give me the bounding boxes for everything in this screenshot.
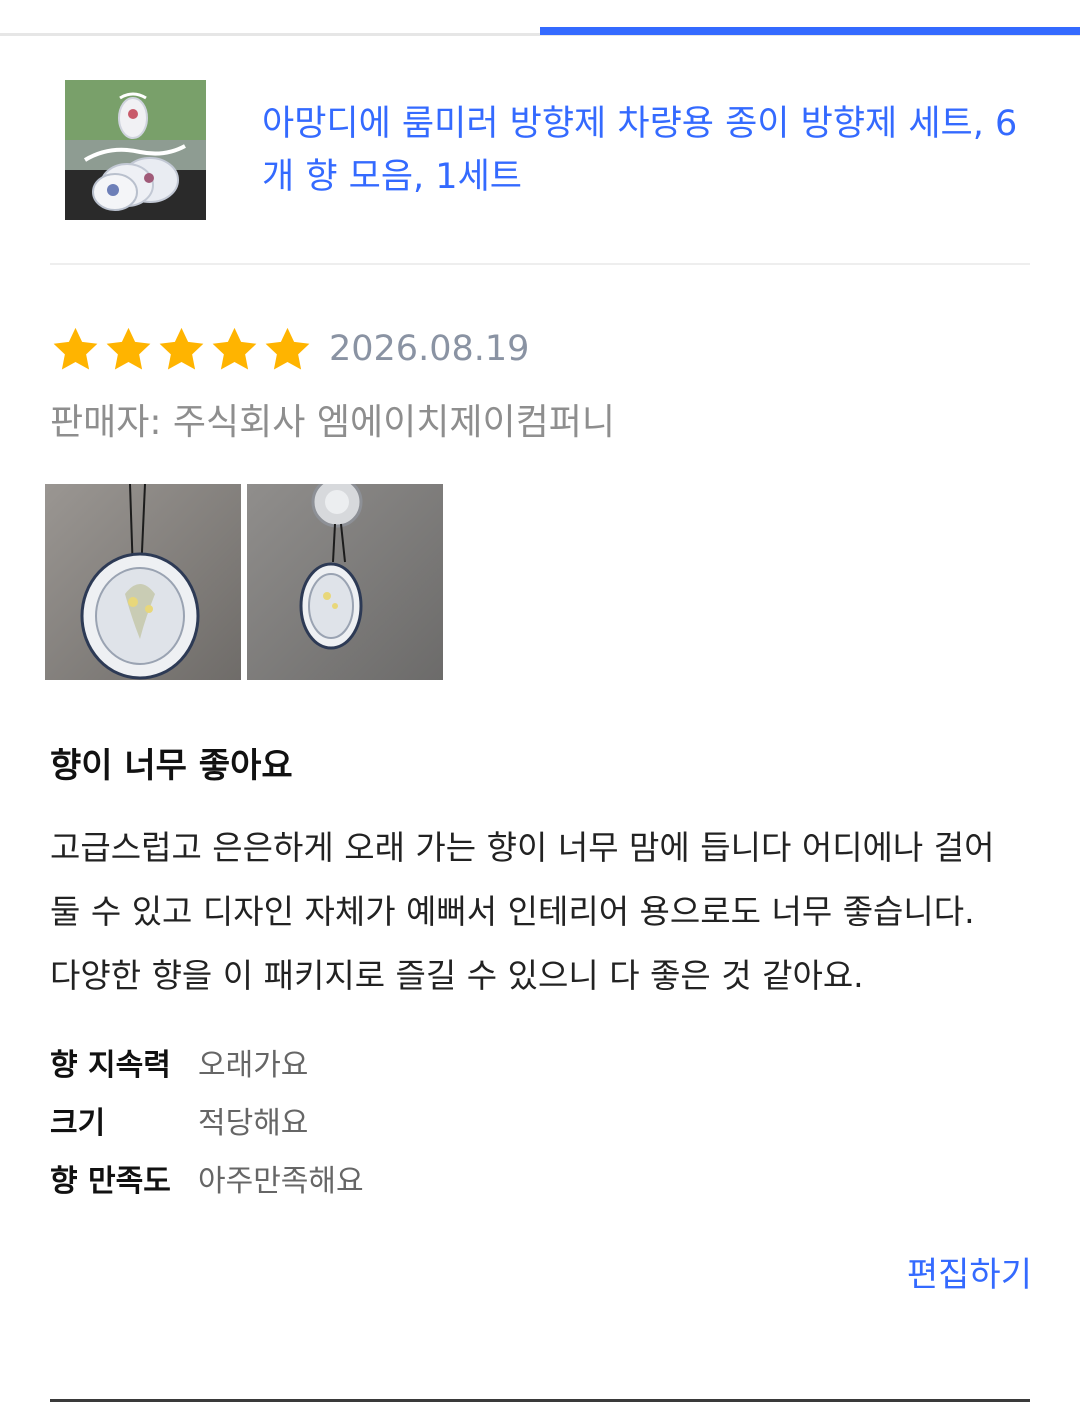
- review-photos: [45, 484, 443, 680]
- review-content: 고급스럽고 은은하게 오래 가는 향이 너무 맘에 듭니다 어디에나 걸어 둘 …: [50, 828, 995, 995]
- review-date: 2026.08.19: [329, 329, 530, 369]
- star-icon: [159, 327, 204, 369]
- divider: [50, 1399, 1030, 1402]
- product-title-link[interactable]: 아망디에 룸미러 방향제 차량용 종이 방향제 세트, 6개 향 모음, 1세트: [262, 98, 1022, 204]
- tab-indicator-active: [540, 27, 1080, 35]
- survey-question: 크기: [50, 1106, 106, 1141]
- star-rating: [50, 324, 313, 375]
- star-icon: [53, 327, 98, 369]
- rating-row: 2026.08.19: [50, 322, 529, 376]
- review-photo-1[interactable]: [45, 484, 241, 680]
- review-photo-2[interactable]: [247, 484, 443, 680]
- survey-answer: 오래가요: [198, 1048, 309, 1083]
- star-icon: [212, 327, 257, 369]
- survey-answer: 적당해요: [198, 1106, 309, 1141]
- product-summary[interactable]: 아망디에 룸미러 방향제 차량용 종이 방향제 세트, 6개 향 모음, 1세트: [65, 80, 1025, 222]
- survey-answer: 아주만족해요: [198, 1164, 364, 1199]
- seller-name: 판매자: 주식회사 엠에이치제이컴퍼니: [50, 402, 615, 443]
- review-survey: 향 지속력 오래가요 크기 적당해요 향 만족도 아주만족해요: [50, 1033, 364, 1207]
- edit-review-button[interactable]: 편집하기: [907, 1247, 1032, 1296]
- survey-question: 향 만족도: [50, 1164, 171, 1199]
- divider: [50, 263, 1030, 265]
- survey-row: 향 지속력 오래가요: [50, 1033, 364, 1091]
- review-headline: 향이 너무 좋아요: [50, 746, 293, 786]
- product-thumbnail[interactable]: [65, 80, 206, 220]
- survey-question: 향 지속력: [50, 1048, 171, 1083]
- survey-row: 향 만족도 아주만족해요: [50, 1149, 364, 1207]
- star-icon: [106, 327, 151, 369]
- star-icon: [265, 327, 310, 369]
- survey-row: 크기 적당해요: [50, 1091, 364, 1149]
